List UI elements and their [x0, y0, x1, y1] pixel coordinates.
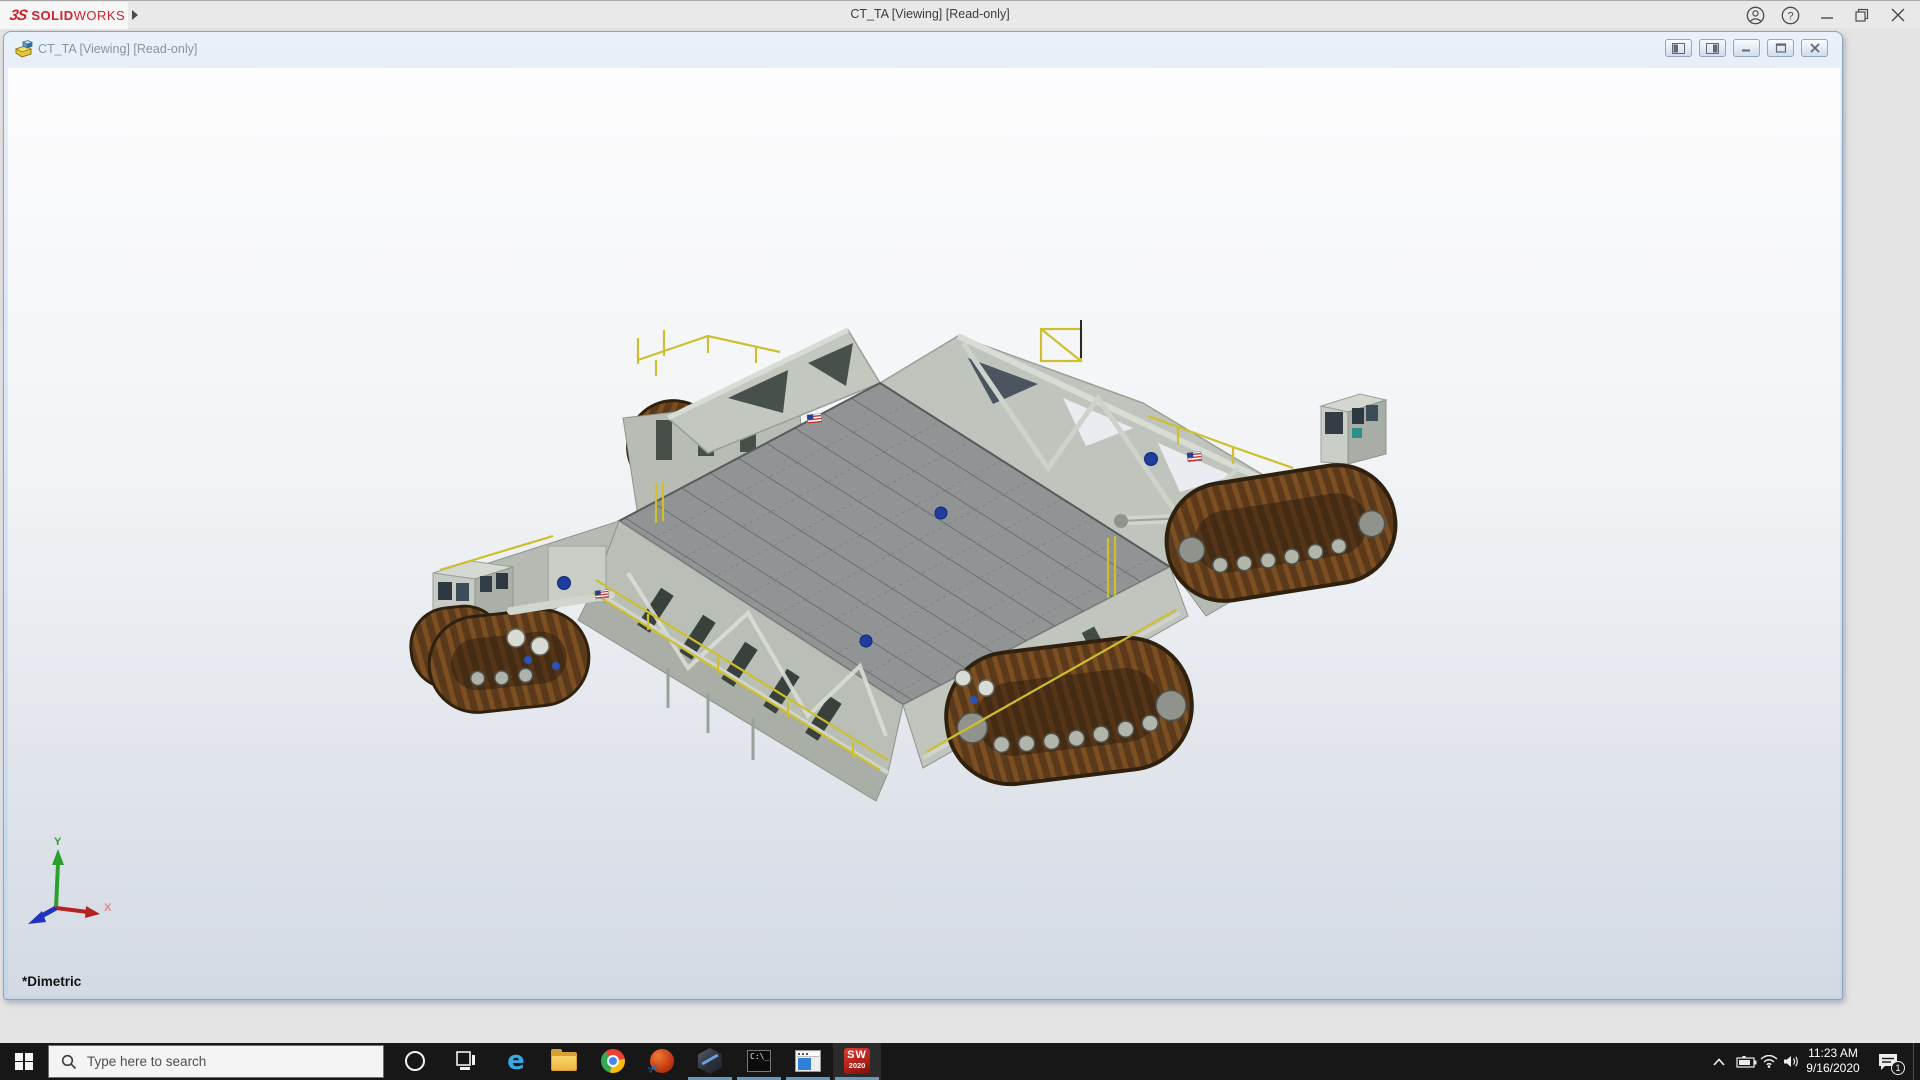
left-pane-icon — [1672, 43, 1685, 54]
desktop: 3S SOLIDWORKS CT_TA [Viewing] [Read-only… — [0, 0, 1920, 1080]
notification-count-badge: 1 — [1891, 1061, 1905, 1075]
doc-minimize-icon — [1741, 43, 1753, 53]
solidworks-titlebar: 3S SOLIDWORKS CT_TA [Viewing] [Read-only… — [0, 0, 1920, 28]
document-titlebar[interactable]: CT_TA [Viewing] [Read-only] — [4, 32, 1842, 68]
svg-text:?: ? — [1787, 10, 1793, 22]
minimize-icon — [1821, 9, 1834, 22]
solidworks-icon: SW 2020 — [844, 1048, 870, 1074]
taskbar-icon-edge[interactable]: e — [503, 1048, 529, 1074]
tray-network[interactable] — [1757, 1043, 1781, 1080]
document-window: CT_TA [Viewing] [Read-only] — [3, 31, 1843, 1000]
action-center-button[interactable]: 1 — [1868, 1043, 1908, 1080]
taskbar-icon-cortana[interactable] — [402, 1048, 428, 1074]
part-document-icon — [14, 40, 34, 58]
edrawings-hexagon-icon — [698, 1048, 722, 1074]
taskbar-icon-system-window[interactable] — [795, 1048, 821, 1074]
taskbar-icon-task-view[interactable] — [453, 1048, 479, 1074]
restore-button[interactable] — [1847, 4, 1877, 26]
view-orientation-label: *Dimetric — [22, 974, 81, 989]
chevron-up-icon — [1713, 1058, 1725, 1066]
file-explorer-icon — [551, 1052, 577, 1071]
taskbar-icon-edrawings[interactable] — [697, 1048, 723, 1074]
chrome-icon — [601, 1049, 625, 1073]
doc-maximize-button[interactable] — [1767, 39, 1794, 57]
edge-icon: e — [507, 1048, 525, 1074]
taskbar-icon-solidworks-2020[interactable]: SW 2020 — [844, 1048, 870, 1074]
close-icon — [1891, 8, 1905, 22]
restore-icon — [1855, 8, 1869, 22]
show-right-pane-button[interactable] — [1699, 39, 1726, 57]
right-pane-icon — [1706, 43, 1719, 54]
task-view-icon — [456, 1051, 476, 1071]
doc-close-button[interactable] — [1801, 39, 1828, 57]
system-window-icon — [795, 1050, 821, 1072]
help-icon: ? — [1781, 6, 1800, 25]
graphics-viewport[interactable]: Y X *Dimetric — [8, 68, 1840, 997]
help-button[interactable]: ? — [1775, 4, 1805, 26]
taskbar-icon-chrome[interactable] — [600, 1048, 626, 1074]
battery-icon — [1736, 1056, 1758, 1068]
wifi-icon — [1760, 1055, 1778, 1068]
tray-time: 11:23 AM — [1804, 1046, 1862, 1061]
tray-overflow-chevron[interactable] — [1706, 1043, 1732, 1080]
close-button[interactable] — [1883, 4, 1913, 26]
account-icon-glyph — [1746, 6, 1765, 25]
window-title: CT_TA [Viewing] [Read-only] — [0, 7, 1860, 21]
tray-date: 9/16/2020 — [1804, 1061, 1862, 1076]
taskbar-icon-command-prompt[interactable]: C:\_ — [746, 1048, 772, 1074]
doc-minimize-button[interactable] — [1733, 39, 1760, 57]
account-icon[interactable] — [1740, 4, 1770, 26]
show-desktop-button[interactable] — [1913, 1043, 1920, 1080]
crawler-transporter-model — [8, 68, 1840, 997]
command-prompt-icon: C:\_ — [747, 1050, 771, 1072]
start-button[interactable] — [0, 1043, 48, 1080]
taskbar-icon-screen-capture[interactable]: ✂ — [649, 1048, 675, 1074]
search-placeholder: Type here to search — [87, 1054, 206, 1069]
speaker-icon — [1783, 1055, 1800, 1068]
tray-volume[interactable] — [1779, 1043, 1803, 1080]
triad-x-label: X — [104, 902, 112, 914]
taskbar-search-input[interactable]: Type here to search — [48, 1045, 384, 1078]
triad-y-label: Y — [54, 836, 62, 848]
document-title: CT_TA [Viewing] [Read-only] — [38, 42, 197, 56]
screen-capture-icon: ✂ — [650, 1049, 674, 1073]
show-left-pane-button[interactable] — [1665, 39, 1692, 57]
cortana-icon — [405, 1051, 425, 1071]
taskbar-icon-file-explorer[interactable] — [551, 1048, 577, 1074]
minimize-button[interactable] — [1812, 4, 1842, 26]
doc-close-icon — [1809, 43, 1821, 53]
tray-clock[interactable]: 11:23 AM 9/16/2020 — [1804, 1046, 1862, 1076]
doc-maximize-icon — [1775, 43, 1787, 53]
search-icon — [61, 1054, 77, 1070]
windows-logo-icon — [15, 1053, 33, 1071]
orientation-triad[interactable]: Y X — [16, 835, 126, 945]
